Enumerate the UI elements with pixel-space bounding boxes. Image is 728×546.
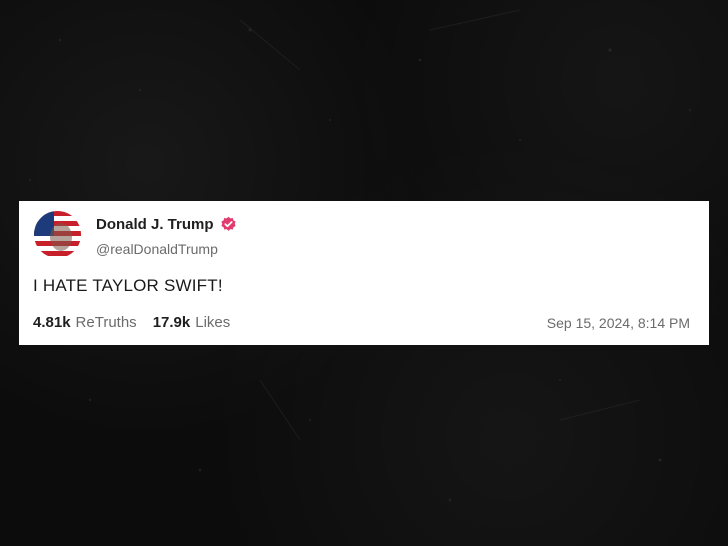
author-name-row: Donald J. Trump [96,216,237,233]
retruths-stat[interactable]: 4.81k ReTruths [33,314,137,331]
retruths-count: 4.81k [33,314,71,331]
retruths-label: ReTruths [75,314,137,331]
likes-stat[interactable]: 17.9k Likes [153,314,231,331]
avatar[interactable] [34,211,81,258]
post-text: I HATE TAYLOR SWIFT! [33,276,223,295]
likes-label: Likes [195,314,231,331]
author-handle[interactable]: @realDonaldTrump [96,241,218,257]
verified-badge-icon [220,216,237,233]
post-timestamp[interactable]: Sep 15, 2024, 8:14 PM [547,315,690,331]
post-card: Donald J. Trump @realDonaldTrump I HATE … [19,201,709,345]
post-stats: 4.81k ReTruths 17.9k Likes [33,314,246,331]
author-name[interactable]: Donald J. Trump [96,216,214,233]
likes-count: 17.9k [152,314,191,331]
